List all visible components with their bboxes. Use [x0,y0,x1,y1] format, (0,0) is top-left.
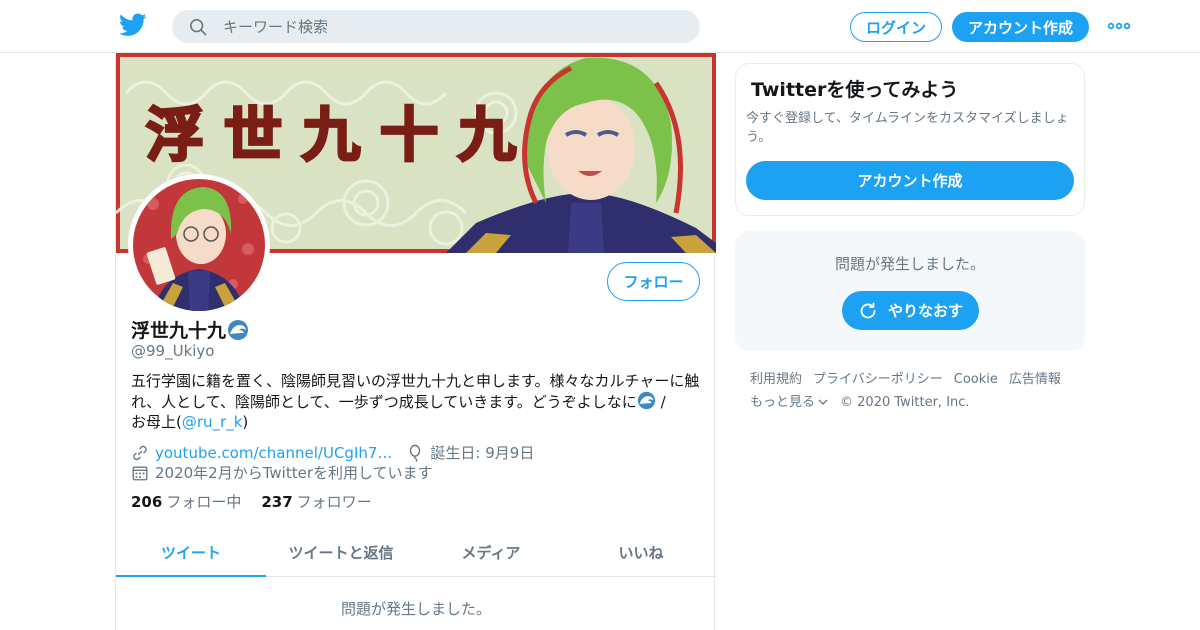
top-navigation-bar: キーワード検索 ログイン アカウント作成 [0,0,1200,53]
twitter-bird-logo-icon[interactable] [119,13,147,37]
signup-card-description: 今すぐ登録して、タイムラインをカスタマイズしましょう。 [746,111,1069,145]
signup-button[interactable]: アカウント作成 [952,12,1089,42]
chevron-down-icon [818,399,828,405]
calendar-icon [132,465,148,480]
footer-more-link[interactable]: もっと見る [750,391,829,414]
tab-tweets[interactable]: ツイート [116,529,266,577]
search-placeholder: キーワード検索 [223,18,329,36]
bio-mention-link[interactable]: @ru_r_k [182,413,243,431]
signup-card: Twitterを使ってみよう 今すぐ登録して、タイムラインをカスタマイズしましょ… [735,63,1085,216]
followers-label: フォロワー [296,493,372,511]
following-stat[interactable]: 206 フォロー中 [131,491,241,512]
signup-card-button[interactable]: アカウント作成 [746,161,1074,200]
footer-links: 利用規約 プライバシーポリシー Cookie 広告情報 もっと見る © 2020… [750,368,1090,414]
error-card: 問題が発生しました。 やりなおす [735,231,1085,351]
profile-tabs: ツイート ツイートと返信 メディア いいね [116,529,716,577]
bio-text-slash: / [655,393,666,411]
search-icon [189,18,207,35]
profile-display-name: 浮世九十九 [131,320,227,342]
footer-privacy-link[interactable]: プライバシーポリシー [813,368,943,391]
tab-media[interactable]: メディア [416,529,566,576]
footer-copyright: © 2020 Twitter, Inc. [840,395,970,410]
profile-stats: 206 フォロー中 237 フォロワー [131,491,392,512]
link-icon [133,445,147,460]
footer-terms-link[interactable]: 利用規約 [750,368,802,391]
profile-avatar[interactable] [128,174,270,316]
profile-meta-row: youtube.com/channel/UCgIh7… 誕生日: 9月9日 [131,442,534,463]
profile-website-link[interactable]: youtube.com/channel/UCgIh7… [155,444,392,462]
profile-column: 浮世九十九 フォロー 浮世九十九 @99_Ukiyo 五行学園に籍を置く、陰陽師… [115,53,716,630]
bio-text: 五行学園に籍を置く、陰陽師見習いの浮世九十九と申します。様々なカルチャーに触れ、… [131,372,700,411]
water-wave-emoji-icon [637,391,655,410]
profile-name-row: 浮世九十九 [131,316,249,343]
profile-birthday: 誕生日: 9月9日 [430,444,535,462]
followers-count: 237 [261,493,293,511]
banner-title-text: 浮世九十九 [146,101,536,169]
error-card-message: 問題が発生しました。 [834,255,985,273]
more-options-icon[interactable] [1107,17,1131,35]
search-input[interactable]: キーワード検索 [172,10,700,43]
footer-more-label: もっと見る [750,395,816,410]
timeline-error-message: 問題が発生しました。 [340,600,491,618]
footer-ads-link[interactable]: 広告情報 [1009,368,1061,391]
followers-stat[interactable]: 237 フォロワー [261,491,371,512]
bio-text-mother: お母上( [131,413,182,431]
profile-joined-date: 2020年2月からTwitterを利用しています [155,464,433,482]
bio-text-close: ) [242,413,249,431]
retry-label: やりなおす [887,302,963,320]
tab-likes[interactable]: いいね [566,529,716,576]
profile-joined-row: 2020年2月からTwitterを利用しています [131,462,433,483]
profile-handle: @99_Ukiyo [131,342,215,360]
balloon-birthday-icon [410,444,421,462]
login-button[interactable]: ログイン [850,12,942,42]
follow-button[interactable]: フォロー [607,262,700,301]
following-label: フォロー中 [166,493,242,511]
signup-card-title: Twitterを使ってみよう [751,79,959,101]
water-wave-emoji-icon [228,319,249,340]
profile-bio: 五行学園に籍を置く、陰陽師見習いの浮世九十九と申します。様々なカルチャーに触れ、… [131,371,703,432]
following-count: 206 [131,493,163,511]
footer-cookie-link[interactable]: Cookie [954,368,998,391]
refresh-icon [860,302,876,318]
tab-tweets-and-replies[interactable]: ツイートと返信 [266,529,416,576]
retry-button[interactable]: やりなおす [842,291,979,330]
